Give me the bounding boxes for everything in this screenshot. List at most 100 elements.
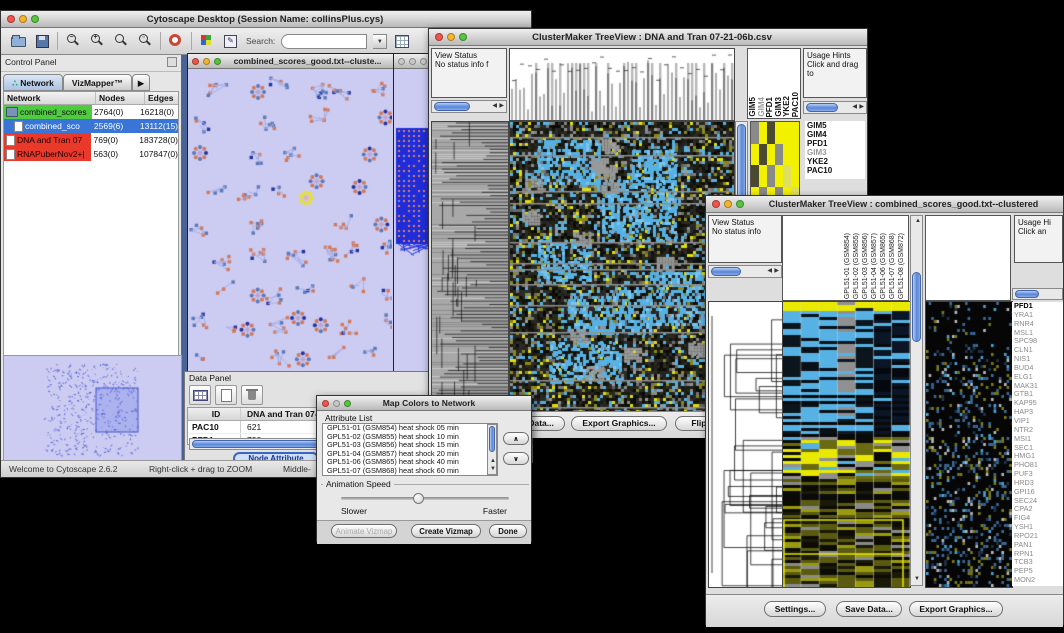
tab-network[interactable]: ∴ Network <box>3 74 63 91</box>
delete-attribute-icon[interactable] <box>241 385 263 405</box>
network-row-icon <box>14 121 23 132</box>
tv2-close-button[interactable] <box>712 200 720 208</box>
tv2-upper-right-panel <box>925 215 1011 301</box>
tv1-zoom-button[interactable] <box>459 33 467 41</box>
speed-slider-track[interactable] <box>341 497 509 500</box>
treeview1-title-bar[interactable]: ClusterMaker TreeView : DNA and Tran 07-… <box>429 29 867 46</box>
network-frame-title: combined_scores_good.txt--cluste... <box>221 56 394 66</box>
slower-label: Slower <box>341 506 367 516</box>
done-button[interactable]: Done <box>489 524 527 538</box>
save-session-icon[interactable] <box>33 32 51 50</box>
new-attribute-icon[interactable] <box>215 385 237 405</box>
zoom-out-icon[interactable]: − <box>64 32 82 50</box>
window-controls[interactable] <box>7 15 39 23</box>
tv1-export-graphics-button[interactable]: Export Graphics... <box>571 416 667 431</box>
network-canvas[interactable] <box>188 70 392 371</box>
status-welcome: Welcome to Cytoscape 2.6.2 <box>9 464 118 474</box>
tab-vizmapper[interactable]: VizMapper™ <box>63 74 132 91</box>
network-row[interactable]: combined_sco 2569(6) 13112(15) <box>4 119 178 133</box>
search-dropdown-arrow[interactable]: ▼ <box>373 34 387 49</box>
network-frame-title-bar[interactable]: combined_scores_good.txt--cluste... <box>188 54 394 69</box>
tv2-column-label: GPL51-02 (GSM855) <box>852 233 861 299</box>
annotation-icon[interactable]: ✎ <box>222 32 240 50</box>
attribute-select-icon[interactable] <box>189 385 211 405</box>
attribute-list-scrollbar[interactable]: ▲▼ <box>487 424 497 475</box>
tv2-save-data-button[interactable]: Save Data... <box>836 601 902 617</box>
zoom-fit-icon[interactable] <box>112 32 130 50</box>
tv1-row-label: GIM4 <box>807 130 865 139</box>
status-zoom-hint: Right-click + drag to ZOOM <box>149 464 252 474</box>
search-label: Search: <box>246 36 275 46</box>
dialog-title: Map Colors to Network <box>351 398 507 408</box>
faster-label: Faster <box>483 506 507 516</box>
frame-zoom-button[interactable] <box>214 58 221 65</box>
tab-overflow-arrow[interactable]: ▶ <box>132 74 151 91</box>
network-row-icon <box>6 149 15 160</box>
frame-close-button[interactable] <box>192 58 199 65</box>
treeview1-title: ClusterMaker TreeView : DNA and Tran 07-… <box>467 32 837 43</box>
help-lifesaver-icon[interactable] <box>167 32 185 50</box>
tv1-close-button[interactable] <box>435 33 443 41</box>
tv1-row-label: YKE2 <box>807 157 865 166</box>
float-panel-icon[interactable] <box>167 57 177 67</box>
create-vizmap-button[interactable]: Create Vizmap <box>411 524 481 538</box>
tv2-secondary-heatmap[interactable] <box>925 301 1013 588</box>
tv2-column-label: GPL51-08 (GSM872) <box>897 233 906 299</box>
tv1-column-dendrogram[interactable] <box>509 48 735 121</box>
tv1-right-hscrollbar[interactable]: ◀▶ <box>803 101 867 114</box>
treeview2-title-bar[interactable]: ClusterMaker TreeView : combined_scores_… <box>706 196 1063 213</box>
vizmapper-icon[interactable] <box>198 32 216 50</box>
tv1-heatmap[interactable] <box>509 121 735 413</box>
move-down-button[interactable]: ∨ <box>503 452 529 465</box>
open-file-icon[interactable] <box>9 32 27 50</box>
dialog-close-button[interactable] <box>322 400 329 407</box>
tv1-row-label: PFD1 <box>807 139 865 148</box>
treeview2-window: ClusterMaker TreeView : combined_scores_… <box>705 195 1064 625</box>
tv2-column-label: GPL51-04 (GSM857) <box>870 233 879 299</box>
tv2-heatmap[interactable] <box>782 301 911 588</box>
speed-slider-thumb[interactable] <box>413 493 424 504</box>
import-table-icon[interactable] <box>393 32 411 50</box>
zoom-button[interactable] <box>31 15 39 23</box>
status-middle-hint: Middle- <box>283 464 311 474</box>
birds-eye-view[interactable] <box>3 355 182 463</box>
minimize-button[interactable] <box>19 15 27 23</box>
network-row[interactable]: combined_scores 2764(0) 16218(0) <box>4 105 178 119</box>
tv1-left-hscrollbar[interactable]: ◀▶ <box>431 100 507 113</box>
network-row[interactable]: DNA and Tran 07 769(0) 183728(0) <box>4 133 178 147</box>
tv2-export-graphics-button[interactable]: Export Graphics... <box>909 601 1003 617</box>
tv1-usage-hints: Usage Hints Click and drag to <box>803 48 867 98</box>
attribute-list-label: Attribute List <box>322 413 375 423</box>
control-panel-header: Control Panel <box>1 55 181 72</box>
network-tab-icon: ∴ <box>12 78 18 88</box>
main-title-bar[interactable]: Cytoscape Desktop (Session Name: collins… <box>1 11 531 28</box>
tv2-gene-hscrollbar[interactable] <box>1012 288 1063 300</box>
move-up-button[interactable]: ∧ <box>503 432 529 445</box>
tv2-minimize-button[interactable] <box>724 200 732 208</box>
network-row[interactable]: RNAPuberNov2+| 563(0) 107847(0) <box>4 147 178 161</box>
tv2-column-label: GPL51-06 (GSM865) <box>879 233 888 299</box>
zoom-in-icon[interactable]: + <box>88 32 106 50</box>
tv2-column-label: GPL51-01 (GSM854) <box>843 233 852 299</box>
animate-vizmap-button[interactable]: Animate Vizmap <box>331 524 397 538</box>
search-input[interactable] <box>281 34 367 49</box>
tv1-minimize-button[interactable] <box>447 33 455 41</box>
tv2-settings-button[interactable]: Settings... <box>764 601 826 617</box>
dialog-zoom-button[interactable] <box>344 400 351 407</box>
zoom-selected-icon[interactable]: ▫ <box>136 32 154 50</box>
frame-minimize-button[interactable] <box>203 58 210 65</box>
tv1-row-dendrogram[interactable] <box>431 121 509 413</box>
tv1-column-labels: GIM5GIM4PFD1GIM3YKE2PAC10 <box>747 48 801 119</box>
tv2-left-hscrollbar[interactable]: ◀▶ <box>708 265 782 278</box>
gene-label: MON2 <box>1014 576 1063 585</box>
tv2-zoom-button[interactable] <box>736 200 744 208</box>
tv2-vscrollbar[interactable]: ▲▼ <box>910 215 923 586</box>
tv2-row-dendrogram[interactable] <box>708 301 784 588</box>
tv2-gene-list: PFD1YRA1RNR4MSL1SPC98CLN1NIS1BUD4ELG1MAK… <box>1012 302 1063 586</box>
dialog-title-bar[interactable]: Map Colors to Network <box>317 396 531 411</box>
attribute-listbox[interactable]: GPL51-01 (GSM854) heat shock 05 minGPL51… <box>322 423 498 476</box>
close-button[interactable] <box>7 15 15 23</box>
attribute-item[interactable]: GPL51-07 (GSM868) heat shock 60 min <box>325 467 487 476</box>
control-panel: Control Panel ∴ Network VizMapper™ ▶ Net… <box>1 55 182 463</box>
network-table-header[interactable]: Network Nodes Edges <box>4 92 178 105</box>
